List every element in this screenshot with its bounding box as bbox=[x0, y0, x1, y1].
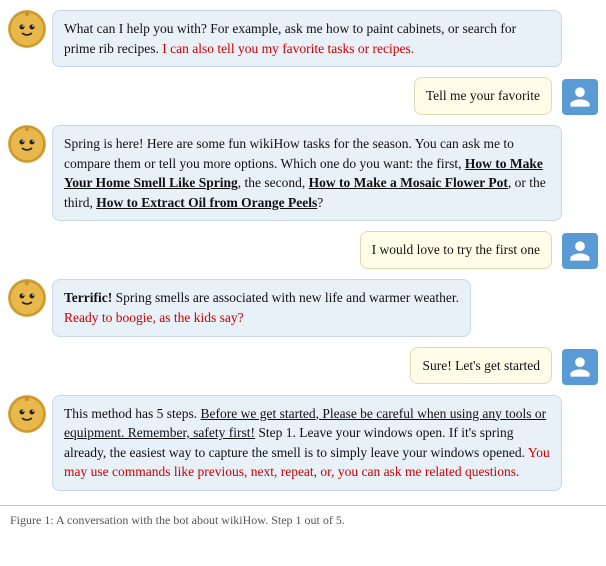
message-row-bot1: What can I help you with? For example, a… bbox=[8, 10, 598, 67]
user-bubble-2: I would love to try the first one bbox=[360, 231, 552, 269]
bot-avatar-1 bbox=[8, 10, 46, 48]
user3-text: Sure! Let's get started bbox=[422, 358, 540, 373]
bot2-sep1: , the second, bbox=[238, 175, 309, 190]
bot2-intro: Spring is here! Here are some fun wikiHo… bbox=[64, 136, 514, 171]
bot3-red: Ready to boogie, as the kids say? bbox=[64, 310, 244, 325]
user2-text: I would love to try the first one bbox=[372, 242, 540, 257]
user-avatar-3 bbox=[562, 349, 598, 385]
chat-container: What can I help you with? For example, a… bbox=[0, 0, 606, 501]
bottom-label: Figure 1: A conversation with the bot ab… bbox=[10, 512, 345, 529]
bot-bubble-3: Terrific! Spring smells are associated w… bbox=[52, 279, 471, 336]
message-row-bot3: Terrific! Spring smells are associated w… bbox=[8, 279, 598, 336]
user1-text: Tell me your favorite bbox=[426, 88, 540, 103]
bot2-link3: How to Extract Oil from Orange Peels bbox=[96, 195, 317, 210]
user-bubble-1: Tell me your favorite bbox=[414, 77, 552, 115]
user-avatar-1 bbox=[562, 79, 598, 115]
bot2-link2: How to Make a Mosaic Flower Pot bbox=[309, 175, 508, 190]
user-avatar-2 bbox=[562, 233, 598, 269]
message-row-bot4: This method has 5 steps. Before we get s… bbox=[8, 395, 598, 491]
bot1-text-red: I can also tell you my favorite tasks or… bbox=[162, 41, 414, 56]
bot-bubble-4: This method has 5 steps. Before we get s… bbox=[52, 395, 562, 491]
message-row-user3: Sure! Let's get started bbox=[8, 347, 598, 385]
message-row-bot2: Spring is here! Here are some fun wikiHo… bbox=[8, 125, 598, 221]
bot-bubble-2: Spring is here! Here are some fun wikiHo… bbox=[52, 125, 562, 221]
message-row-user1: Tell me your favorite bbox=[8, 77, 598, 115]
bot3-normal: Spring smells are associated with new li… bbox=[112, 290, 459, 305]
message-row-user2: I would love to try the first one bbox=[8, 231, 598, 269]
bot-avatar-3 bbox=[8, 279, 46, 317]
bot-avatar-2 bbox=[8, 125, 46, 163]
bot-avatar-4 bbox=[8, 395, 46, 433]
bot3-terrific: Terrific! bbox=[64, 290, 112, 305]
user-bubble-3: Sure! Let's get started bbox=[410, 347, 552, 385]
bottom-bar: Figure 1: A conversation with the bot ab… bbox=[0, 505, 606, 535]
bot-bubble-1: What can I help you with? For example, a… bbox=[52, 10, 562, 67]
bot4-steps: This method has 5 steps. bbox=[64, 406, 201, 421]
bot2-end: ? bbox=[317, 195, 323, 210]
